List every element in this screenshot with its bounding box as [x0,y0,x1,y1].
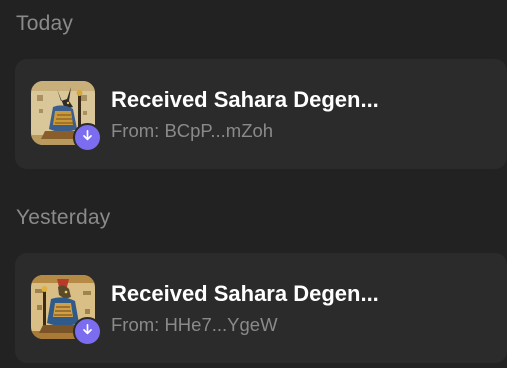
section-header-today: Today [16,12,74,35]
arrow-down-icon [81,129,94,147]
activity-title: Received Sahara Degen... [111,87,379,112]
arrow-down-icon [81,323,94,341]
activity-sender: From: HHe7...YgeW [111,314,278,335]
activity-item[interactable]: Received Sahara Degen... From: HHe7...Yg… [15,253,507,363]
activity-sender: From: BCpP...mZoh [111,120,274,141]
activity-title: Received Sahara Degen... [111,281,379,306]
activity-item[interactable]: Received Sahara Degen... From: BCpP...mZ… [15,59,507,169]
receive-badge [73,123,102,152]
section-header-yesterday: Yesterday [16,206,111,229]
receive-badge [73,317,102,346]
